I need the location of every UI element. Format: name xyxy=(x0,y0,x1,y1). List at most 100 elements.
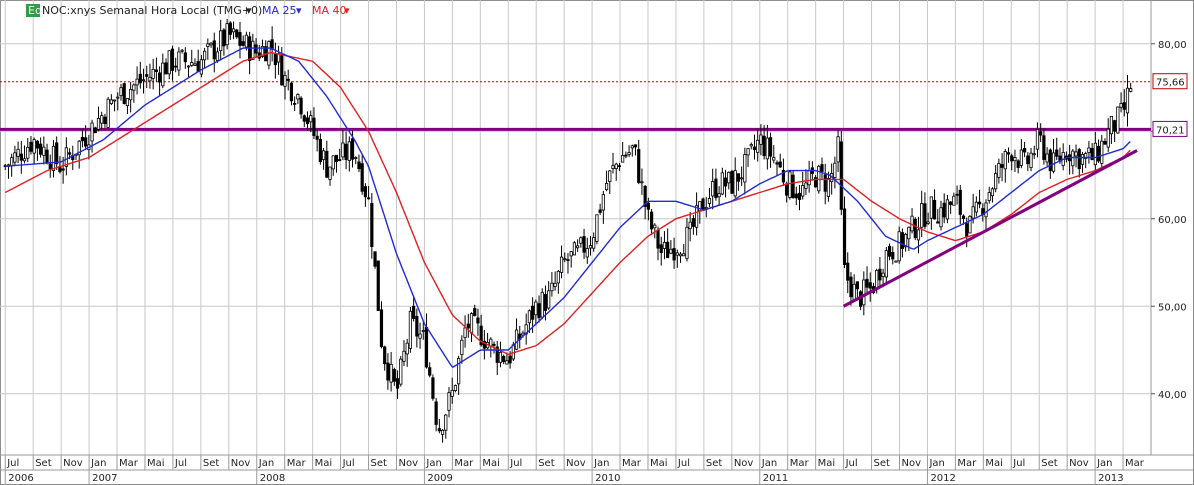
candle-body xyxy=(691,218,695,227)
candle-body xyxy=(505,360,509,365)
candle-body xyxy=(376,260,380,311)
candle-body xyxy=(649,211,654,230)
candle-body xyxy=(891,252,895,260)
candle-body xyxy=(826,177,831,197)
candle-body xyxy=(177,51,181,71)
x-tick-label: Nov xyxy=(63,458,83,469)
candle-body xyxy=(604,183,609,191)
y-tick-label: 40,00 xyxy=(1158,390,1187,401)
resistance-price-tag: 70,21 xyxy=(1152,120,1188,137)
candle-body xyxy=(637,149,641,183)
candle-body xyxy=(206,43,210,47)
x-tick-label: Mar xyxy=(957,458,977,469)
candle-body xyxy=(566,259,570,262)
candle-body xyxy=(241,41,245,46)
candle-body xyxy=(84,137,88,147)
candle-body xyxy=(116,96,120,99)
candle-body xyxy=(1032,153,1036,156)
y-tick-label: 50,00 xyxy=(1158,302,1187,313)
candle-body xyxy=(916,229,921,241)
symbol-dropdown-icon[interactable]: ▾ xyxy=(246,4,252,17)
candle-body xyxy=(797,192,802,200)
candle-body xyxy=(302,115,306,122)
candle-body xyxy=(752,146,757,150)
candle-body xyxy=(894,260,898,263)
candle-body xyxy=(190,62,194,66)
candle-body xyxy=(450,390,454,397)
candle-body xyxy=(186,65,191,68)
candle-body xyxy=(756,139,760,153)
candle-body xyxy=(489,338,493,347)
candle-body xyxy=(289,82,294,102)
candle-body xyxy=(846,262,850,281)
candle-body xyxy=(804,182,808,189)
candle-body xyxy=(778,161,782,168)
candle-body xyxy=(492,343,496,346)
candle-body xyxy=(588,245,593,249)
candle-body xyxy=(711,181,715,197)
ma40-label[interactable]: MA 40 xyxy=(312,4,347,17)
candle-body xyxy=(309,115,313,123)
ma25-label[interactable]: MA 25 xyxy=(262,4,297,17)
candle-body xyxy=(669,248,673,254)
candle-body xyxy=(103,116,107,125)
x-tick-label: Mar xyxy=(454,458,474,469)
candle-body xyxy=(997,163,1001,178)
candle-body xyxy=(897,231,901,262)
last-price-tag: 75,66 xyxy=(1152,73,1188,90)
candle-body xyxy=(228,22,232,35)
x-tick-label: Jan xyxy=(425,458,441,469)
candle-body xyxy=(312,117,316,136)
candle-body xyxy=(749,144,753,147)
candle-body xyxy=(955,193,959,196)
candle-body xyxy=(1045,153,1049,163)
candle-body xyxy=(106,98,110,128)
candle-body xyxy=(1055,149,1059,157)
candle-body xyxy=(772,157,776,161)
candle-body xyxy=(193,63,197,66)
x-tick-label: Nov xyxy=(1069,458,1089,469)
x-tick-label: Mai xyxy=(147,458,165,469)
candle-body xyxy=(1080,153,1085,165)
candle-body xyxy=(958,189,962,215)
candle-body xyxy=(347,141,351,161)
candle-body xyxy=(170,48,175,71)
candle-body xyxy=(527,310,531,324)
candle-body xyxy=(122,83,126,104)
candle-body xyxy=(884,250,888,278)
candle-body xyxy=(283,75,287,87)
candle-body xyxy=(35,140,40,149)
x-tick-label: Set xyxy=(35,458,52,469)
candle-body xyxy=(971,206,975,219)
candle-body xyxy=(531,305,535,320)
x-tick-label: Jan xyxy=(761,458,777,469)
year-label: 2007 xyxy=(92,473,117,484)
candle-body xyxy=(868,282,872,289)
candle-body xyxy=(112,99,117,102)
candle-body xyxy=(537,303,541,319)
candle-body xyxy=(370,203,374,247)
ma25-dropdown-icon[interactable]: ▾ xyxy=(296,4,302,17)
candle-body xyxy=(357,161,361,170)
candle-body xyxy=(836,136,840,163)
x-tick-label: Mar xyxy=(1125,458,1145,469)
candle-body xyxy=(820,164,824,172)
candle-body xyxy=(977,201,982,205)
candle-body xyxy=(682,253,686,257)
candle-body xyxy=(678,253,683,257)
ma40-dropdown-icon[interactable]: ▾ xyxy=(344,4,350,17)
candle-body xyxy=(141,79,146,82)
candle-body xyxy=(1042,135,1046,160)
year-label: 2006 xyxy=(8,473,33,484)
candle-body xyxy=(559,256,564,273)
candle-body xyxy=(154,69,158,72)
candle-body xyxy=(743,154,747,183)
candle-body xyxy=(286,78,290,81)
candle-body xyxy=(862,279,866,306)
candle-body xyxy=(231,28,236,33)
candle-body xyxy=(61,168,65,171)
x-tick-label: Jan xyxy=(1096,458,1112,469)
candle-body xyxy=(823,174,827,192)
candle-body xyxy=(1096,145,1101,162)
x-tick-label: Mar xyxy=(287,458,307,469)
